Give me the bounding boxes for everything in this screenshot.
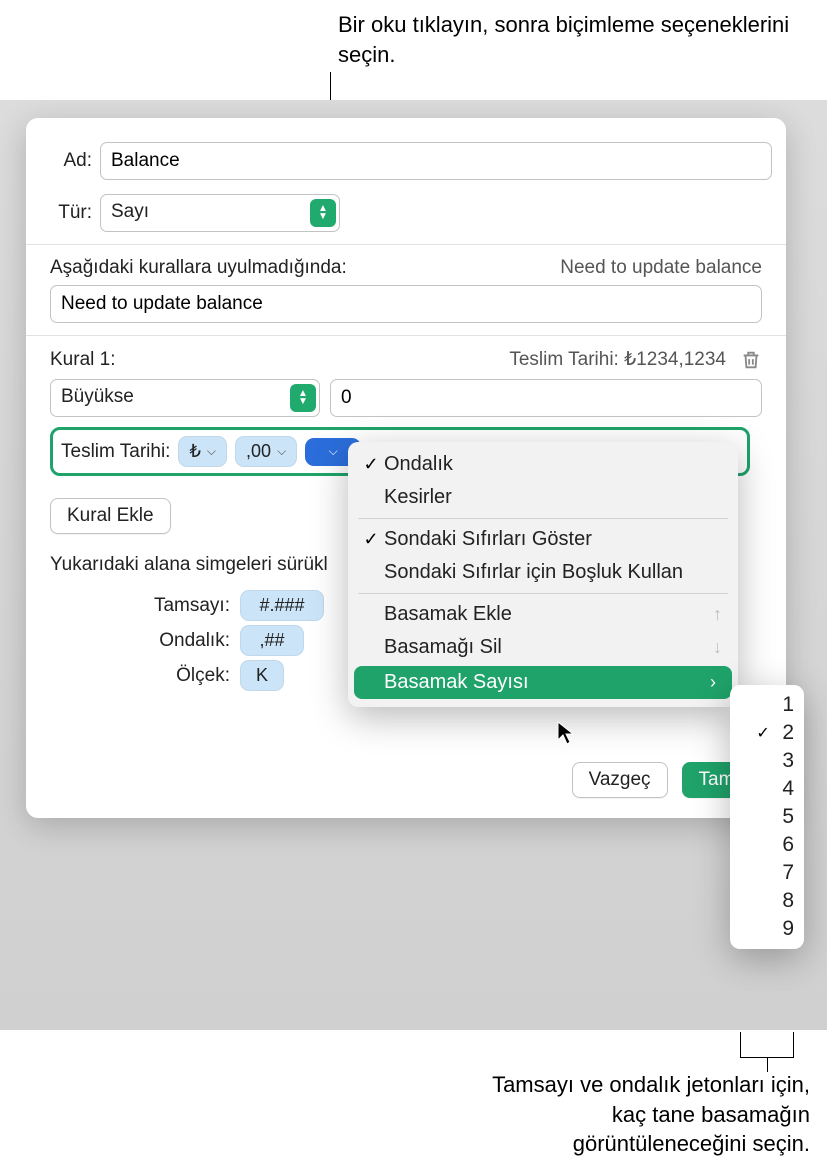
condition-threshold-field[interactable] (330, 379, 762, 417)
menu-item-label: Sondaki Sıfırları Göster (384, 528, 592, 551)
condition-select[interactable]: Büyükse (50, 379, 320, 417)
trash-icon[interactable] (740, 349, 762, 371)
menu-item-space-for-zeros[interactable]: Sondaki Sıfırlar için Boşluk Kullan (348, 556, 738, 589)
fallback-header-row: Aşağıdaki kurallara uyulmadığında: Need … (40, 257, 772, 285)
name-label: Ad: (40, 150, 100, 172)
rule-label: Kural 1: (50, 349, 115, 371)
menu-separator (348, 514, 738, 523)
format-dropdown-menu: ✓ Ondalık Kesirler ✓ Sondaki Sıfırları G… (348, 442, 738, 707)
decimal-token-chip[interactable]: ,## (240, 625, 304, 656)
type-select[interactable]: Sayı (100, 194, 340, 232)
menu-item-fractions[interactable]: Kesirler (348, 481, 738, 514)
token-row-label: Teslim Tarihi: (61, 441, 170, 463)
currency-chip-label: ₺ (189, 441, 200, 462)
chevron-updown-icon[interactable] (290, 384, 316, 412)
divider (26, 335, 786, 336)
submenu-item-6[interactable]: 6 (730, 831, 804, 859)
checkmark-icon: ✓ (358, 529, 384, 550)
type-label: Tür: (40, 202, 100, 224)
submenu-item-5[interactable]: 5 (730, 803, 804, 831)
cancel-button[interactable]: Vazgeç (572, 762, 668, 798)
menu-item-digit-count[interactable]: Basamak Sayısı › (354, 666, 732, 699)
callout-bottom: Tamsayı ve ondalık jetonları için, kaç t… (490, 1070, 810, 1159)
submenu-item-3[interactable]: 3 (730, 747, 804, 775)
fallback-field[interactable] (50, 285, 762, 323)
submenu-item-7[interactable]: 7 (730, 859, 804, 887)
digit-count-submenu: 1 ✓2 3 4 5 6 7 8 9 (730, 685, 804, 949)
name-row: Ad: (40, 142, 772, 180)
chevron-updown-icon[interactable] (310, 199, 336, 227)
down-arrow-icon: ↓ (713, 637, 722, 658)
condition-value: Büyükse (50, 379, 320, 417)
menu-item-label: Sondaki Sıfırlar için Boşluk Kullan (384, 561, 683, 584)
fallback-preview: Need to update balance (560, 257, 762, 279)
submenu-item-4[interactable]: 4 (730, 775, 804, 803)
type-value: Sayı (100, 194, 340, 232)
integer-token-chip[interactable]: #.### (240, 590, 324, 621)
name-field[interactable] (100, 142, 772, 180)
decimal-chip-label: ,00 (246, 441, 271, 462)
menu-item-label: Basamak Ekle (384, 603, 512, 626)
currency-chip[interactable]: ₺ ⌵ (178, 436, 227, 467)
menu-item-label: Kesirler (384, 486, 452, 509)
checkmark-icon: ✓ (358, 454, 384, 475)
rule-condition-row: Büyükse (40, 371, 772, 417)
rule-header: Kural 1: Teslim Tarihi: ₺1234,1234 (40, 348, 772, 371)
checkmark-icon: ✓ (756, 723, 774, 743)
menu-item-show-trailing-zeros[interactable]: ✓ Sondaki Sıfırları Göster (348, 523, 738, 556)
integer-token-label: Tamsayı: (140, 595, 240, 617)
decimal-chip[interactable]: ,00 ⌵ (235, 436, 297, 467)
chevron-down-icon: ⌵ (329, 444, 338, 459)
menu-item-remove-digit[interactable]: Basamağı Sil ↓ (348, 631, 738, 664)
callout-top: Bir oku tıklayın, sonra biçimleme seçene… (338, 10, 827, 69)
chevron-down-icon: ⌵ (277, 444, 286, 459)
up-arrow-icon: ↑ (713, 604, 722, 625)
submenu-item-2[interactable]: ✓2 (730, 719, 804, 747)
menu-item-label: Basamağı Sil (384, 636, 502, 659)
scale-token-chip[interactable]: K (240, 660, 284, 691)
menu-item-label: Basamak Sayısı (384, 671, 529, 694)
menu-item-add-digit[interactable]: Basamak Ekle ↑ (348, 598, 738, 631)
rule-preview: Teslim Tarihi: ₺1234,1234 (509, 348, 726, 371)
menu-item-decimal[interactable]: ✓ Ondalık (348, 448, 738, 481)
scale-token-label: Ölçek: (140, 665, 240, 687)
menu-separator (348, 589, 738, 598)
add-rule-button[interactable]: Kural Ekle (50, 498, 171, 534)
callout-bracket (740, 1032, 794, 1058)
submenu-item-8[interactable]: 8 (730, 887, 804, 915)
chevron-right-icon: › (710, 672, 716, 693)
chevron-down-icon: ⌵ (207, 444, 216, 459)
type-row: Tür: Sayı (40, 194, 772, 232)
submenu-item-9[interactable]: 9 (730, 915, 804, 943)
fallback-label: Aşağıdaki kurallara uyulmadığında: (50, 257, 347, 279)
menu-item-label: Ondalık (384, 453, 453, 476)
decimal-token-label: Ondalık: (140, 630, 240, 652)
divider (26, 244, 786, 245)
submenu-item-1[interactable]: 1 (730, 691, 804, 719)
